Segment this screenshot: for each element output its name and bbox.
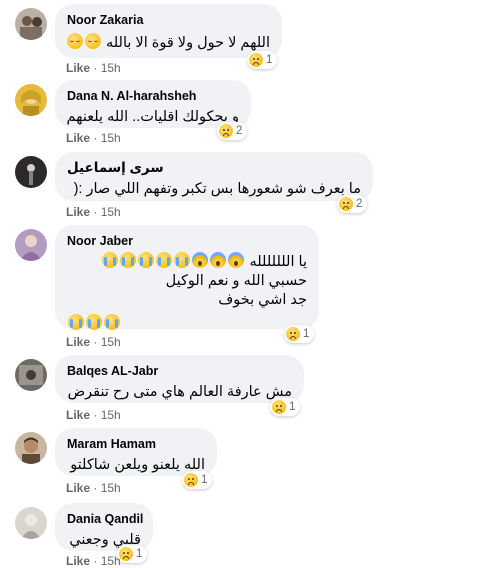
comment-author[interactable]: Dana N. Al-harahsheh — [67, 88, 239, 104]
avatar[interactable] — [15, 84, 47, 116]
like-button[interactable]: Like — [66, 408, 90, 422]
reaction-summary[interactable]: 1 — [270, 398, 301, 416]
comment-bubble: Dania Qandil قلبي وجعني — [55, 503, 153, 551]
like-button[interactable]: Like — [66, 205, 90, 219]
crying-face-icon — [138, 252, 155, 268]
comment-bubble: Maram Hamam الله يلعنو ويلعن شاكلتو — [55, 428, 217, 476]
comment-time[interactable]: 15h — [101, 205, 121, 219]
reaction-count: 1 — [289, 401, 296, 413]
comment-meta: Like · 15h — [66, 408, 121, 422]
reaction-count: 1 — [136, 548, 143, 560]
comment-author[interactable]: Noor Jaber — [67, 233, 307, 249]
reaction-summary[interactable]: 1 — [117, 545, 148, 563]
like-button[interactable]: Like — [66, 554, 90, 568]
reaction-summary[interactable]: 1 — [247, 51, 278, 69]
reaction-count: 2 — [356, 198, 363, 210]
comment-text: مش عارفة العالم هاي متى رح تنقرض — [67, 384, 292, 400]
comment-text: اللهم لا حول ولا قوة الا بالله — [66, 33, 270, 53]
screaming-face-icon — [210, 252, 227, 268]
sad-reaction-icon — [119, 547, 133, 561]
comment-bubble: Noor Zakaria اللهم لا حول ولا قوة الا با… — [55, 4, 282, 58]
comment-meta: Like · 15h — [66, 335, 121, 349]
reaction-count: 1 — [303, 328, 310, 340]
comment-text: ما بعرف شو شعورها بس تكبر وتفهم اللي صار… — [73, 181, 361, 197]
relieved-face-icon — [66, 33, 83, 49]
reaction-summary[interactable]: 1 — [182, 471, 213, 489]
comment-time[interactable]: 15h — [101, 61, 121, 75]
comment-bubble: Noor Jaber يا اللللللله حسبي الله و نعم … — [55, 225, 319, 330]
avatar[interactable] — [15, 8, 47, 40]
comment-meta: Like · 15h — [66, 481, 121, 495]
crying-face-icon — [156, 252, 173, 268]
comment-author[interactable]: سرى إسماعيل — [67, 160, 361, 176]
comment-text: حسبي الله و نعم الوكيل — [165, 273, 307, 289]
comment-text — [67, 314, 307, 333]
comment-meta: Like · 15h — [66, 554, 121, 568]
avatar[interactable] — [15, 229, 47, 261]
avatar[interactable] — [15, 359, 47, 391]
reaction-summary[interactable]: 2 — [337, 195, 368, 213]
comment-text: يا اللللللله — [67, 252, 307, 272]
screaming-face-icon — [228, 252, 245, 268]
sad-reaction-icon — [219, 124, 233, 138]
comment-time[interactable]: 15h — [101, 408, 121, 422]
avatar[interactable] — [15, 507, 47, 539]
avatar[interactable] — [15, 156, 47, 188]
relieved-face-icon — [84, 33, 101, 49]
sad-reaction-icon — [249, 53, 263, 67]
sad-reaction-icon — [184, 473, 198, 487]
reaction-summary[interactable]: 1 — [284, 325, 315, 343]
reaction-count: 2 — [236, 125, 243, 137]
comment-author[interactable]: Balqes AL-Jabr — [67, 363, 292, 379]
comment-author[interactable]: Dania Qandil — [67, 511, 143, 527]
crying-face-icon — [174, 252, 191, 268]
comment-meta: Like · 15h — [66, 131, 121, 145]
comment-author[interactable]: Maram Hamam — [67, 436, 205, 452]
like-button[interactable]: Like — [66, 481, 90, 495]
crying-face-icon — [102, 252, 119, 268]
crying-face-icon — [104, 314, 120, 330]
comment-time[interactable]: 15h — [101, 131, 121, 145]
comment-time[interactable]: 15h — [101, 335, 121, 349]
comment-text: جد اشي بخوف — [218, 292, 307, 308]
crying-face-icon — [86, 314, 102, 330]
comment-time[interactable]: 15h — [101, 481, 121, 495]
comment-bubble: سرى إسماعيل ما بعرف شو شعورها بس تكبر وت… — [55, 152, 373, 201]
like-button[interactable]: Like — [66, 335, 90, 349]
reaction-summary[interactable]: 2 — [217, 122, 248, 140]
like-button[interactable]: Like — [66, 131, 90, 145]
like-button[interactable]: Like — [66, 61, 90, 75]
comment-bubble: Dana N. Al-harahsheh و بحكولك اقليات.. ا… — [55, 80, 251, 128]
crying-face-icon — [68, 314, 84, 330]
sad-reaction-icon — [272, 400, 286, 414]
sad-reaction-icon — [286, 327, 300, 341]
comment-time[interactable]: 15h — [101, 554, 121, 568]
comment-text: و بحكولك اقليات.. الله يلعنهم — [66, 109, 239, 125]
comment-author[interactable]: Noor Zakaria — [67, 12, 270, 28]
reaction-count: 1 — [266, 54, 273, 66]
avatar[interactable] — [15, 432, 47, 464]
crying-face-icon — [120, 252, 137, 268]
sad-reaction-icon — [339, 197, 353, 211]
comment-meta: Like · 15h — [66, 205, 121, 219]
reaction-count: 1 — [201, 474, 208, 486]
comment-bubble: Balqes AL-Jabr مش عارفة العالم هاي متى ر… — [55, 355, 304, 403]
screaming-face-icon — [192, 252, 209, 268]
comment-meta: Like · 15h — [66, 61, 121, 75]
